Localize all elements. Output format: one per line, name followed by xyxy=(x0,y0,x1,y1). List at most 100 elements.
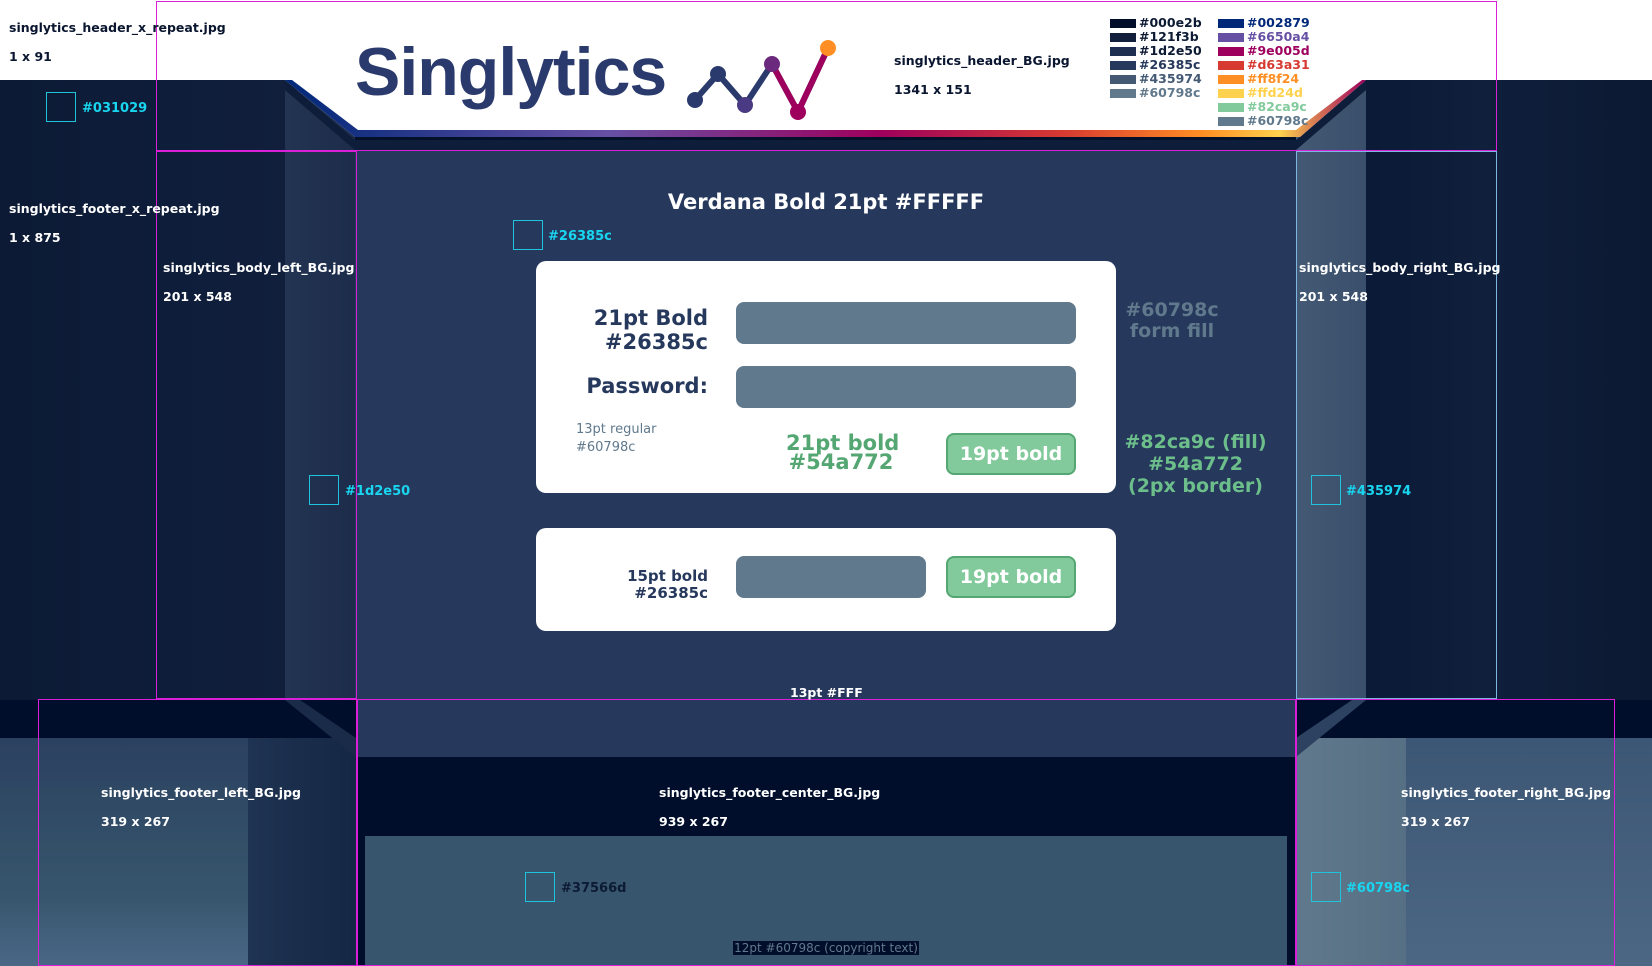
username-input[interactable] xyxy=(736,302,1076,344)
palette-chip xyxy=(1218,60,1244,70)
palette-chip xyxy=(1110,18,1136,28)
palette-entry: #9e005d xyxy=(1218,44,1310,58)
helper-text-line2: #60798c xyxy=(576,439,636,455)
button-note-line1: #82ca9c (fill) xyxy=(1124,431,1267,453)
footer-x-repeat-size: 1 x 875 xyxy=(9,230,61,245)
palette-chip xyxy=(1218,116,1244,126)
palette-label: #d63a31 xyxy=(1247,56,1310,72)
swatch-box-body xyxy=(513,220,543,250)
footer-center-file: singlytics_footer_center_BG.jpg xyxy=(659,785,881,800)
footer-left-file: singlytics_footer_left_BG.jpg xyxy=(101,785,301,800)
form-fill-note-line1: #60798c xyxy=(1125,299,1219,321)
swatch-label-footer-center: #37566d xyxy=(561,881,627,896)
username-label-line1: 21pt Bold xyxy=(593,306,708,330)
palette-entry: #60798c xyxy=(1218,114,1308,128)
copyright-text: 12pt #60798c (copyright text) xyxy=(0,937,1652,956)
swatch-label-outer: #031029 xyxy=(82,101,148,116)
swatch-label-footer-right: #60798c xyxy=(1346,881,1410,896)
body-left-file: singlytics_body_left_BG.jpg xyxy=(163,260,355,275)
body-left-size: 201 x 548 xyxy=(163,289,232,304)
palette-entry: #000e2b xyxy=(1110,16,1202,30)
palette-chip xyxy=(1110,32,1136,42)
palette-label: #002879 xyxy=(1247,14,1310,30)
palette-entry: #435974 xyxy=(1110,72,1202,86)
username-label: 21pt Bold #26385c xyxy=(593,306,708,354)
password-input[interactable] xyxy=(736,366,1076,408)
page-title: Verdana Bold 21pt #FFFFF xyxy=(667,190,985,214)
helper-text: 13pt regular #60798c xyxy=(576,421,657,456)
swatch-box-left-panel xyxy=(309,475,339,505)
palette-entry: #60798c xyxy=(1110,86,1200,100)
palette-entry: #ff8f24 xyxy=(1218,72,1299,86)
palette-chip xyxy=(1218,88,1244,98)
login-card: 21pt Bold #26385c Password: 13pt regular… xyxy=(536,261,1116,493)
palette-label: #60798c xyxy=(1247,112,1309,128)
palette-entry: #121f3b xyxy=(1110,30,1199,44)
palette-chip xyxy=(1218,32,1244,42)
swatch-box-footer-center xyxy=(525,872,555,902)
swatch-label-body: #26385c xyxy=(548,229,612,244)
secondary-button[interactable]: 19pt bold xyxy=(946,556,1076,598)
secondary-input[interactable] xyxy=(736,556,926,598)
helper-text-line1: 13pt regular xyxy=(576,422,657,437)
palette-entry: #ffd24d xyxy=(1218,86,1303,100)
password-label: Password: xyxy=(586,374,708,398)
swatch-box-footer-right xyxy=(1311,872,1341,902)
palette-label: #435974 xyxy=(1139,70,1202,86)
swatch-label-left-panel: #1d2e50 xyxy=(345,484,411,499)
form-fill-note: #60798c form fill xyxy=(1122,300,1222,342)
username-label-line2: #26385c xyxy=(604,329,708,354)
palette-label: #60798c xyxy=(1139,84,1201,100)
forgot-link[interactable]: 21pt bold #54a772 xyxy=(786,432,899,475)
button-style-note: #82ca9c (fill) #54a772 (2px border) xyxy=(1118,431,1273,498)
form-fill-note-line2: form fill xyxy=(1129,319,1215,342)
body-right-size: 201 x 548 xyxy=(1299,289,1368,304)
button-note-line3: (2px border) xyxy=(1128,474,1263,497)
swatch-box-outer xyxy=(46,92,76,122)
footer-left-size: 319 x 267 xyxy=(101,814,170,829)
header-bg-size: 1341 x 151 xyxy=(894,82,972,97)
header-bg-file: singlytics_header_BG.jpg xyxy=(894,53,1070,68)
palette-label: #000e2b xyxy=(1139,14,1202,30)
secondary-label-line1: 15pt bold xyxy=(627,567,708,585)
secondary-card: 15pt bold #26385c 19pt bold xyxy=(536,528,1116,631)
secondary-label-line2: #26385c xyxy=(634,583,708,602)
style-guide-canvas: Singlytics #000e2b #121f3b #1d2e50 #26385c #… xyxy=(0,0,1652,966)
header-x-repeat-file: singlytics_header_x_repeat.jpg xyxy=(9,20,226,35)
footer-right-size: 319 x 267 xyxy=(1401,814,1470,829)
palette-chip xyxy=(1218,102,1244,112)
palette-label: #82ca9c xyxy=(1247,98,1307,114)
button-note-line2: #54a772 xyxy=(1148,452,1243,475)
secondary-label: 15pt bold #26385c xyxy=(627,568,708,602)
line-chart-icon xyxy=(687,40,836,120)
header-x-repeat-size: 1 x 91 xyxy=(9,49,52,64)
palette-label: #26385c xyxy=(1139,56,1201,72)
palette-entry: #002879 xyxy=(1218,16,1310,30)
palette-chip xyxy=(1110,60,1136,70)
palette-label: #121f3b xyxy=(1139,28,1199,44)
forgot-link-line2: #54a772 xyxy=(788,450,894,475)
swatch-box-right-panel xyxy=(1311,475,1341,505)
palette-label: #9e005d xyxy=(1247,42,1310,58)
body-right-file: singlytics_body_right_BG.jpg xyxy=(1299,260,1501,275)
footer-right-file: singlytics_footer_right_BG.jpg xyxy=(1401,785,1612,800)
palette-chip xyxy=(1110,88,1136,98)
palette-entry: #6650a4 xyxy=(1218,30,1309,44)
palette-chip xyxy=(1218,74,1244,84)
palette-label: #1d2e50 xyxy=(1139,42,1202,58)
palette-chip xyxy=(1110,46,1136,56)
swatch-label-right-panel: #435974 xyxy=(1346,484,1412,499)
login-button[interactable]: 19pt bold xyxy=(946,433,1076,475)
footer-center-size: 939 x 267 xyxy=(659,814,728,829)
palette-chip xyxy=(1110,74,1136,84)
palette-entry: #82ca9c xyxy=(1218,100,1307,114)
brand-logo-text: Singlytics xyxy=(355,34,667,110)
palette-entry: #1d2e50 xyxy=(1110,44,1202,58)
palette-entry: #d63a31 xyxy=(1218,58,1310,72)
footer-text-note: 13pt #FFF xyxy=(790,685,863,700)
palette-label: #ff8f24 xyxy=(1247,70,1300,86)
palette-label: #6650a4 xyxy=(1247,28,1310,44)
palette-label: #ffd24d xyxy=(1247,84,1303,100)
copyright-text-label: 12pt #60798c (copyright text) xyxy=(733,941,919,955)
palette-entry: #26385c xyxy=(1110,58,1200,72)
